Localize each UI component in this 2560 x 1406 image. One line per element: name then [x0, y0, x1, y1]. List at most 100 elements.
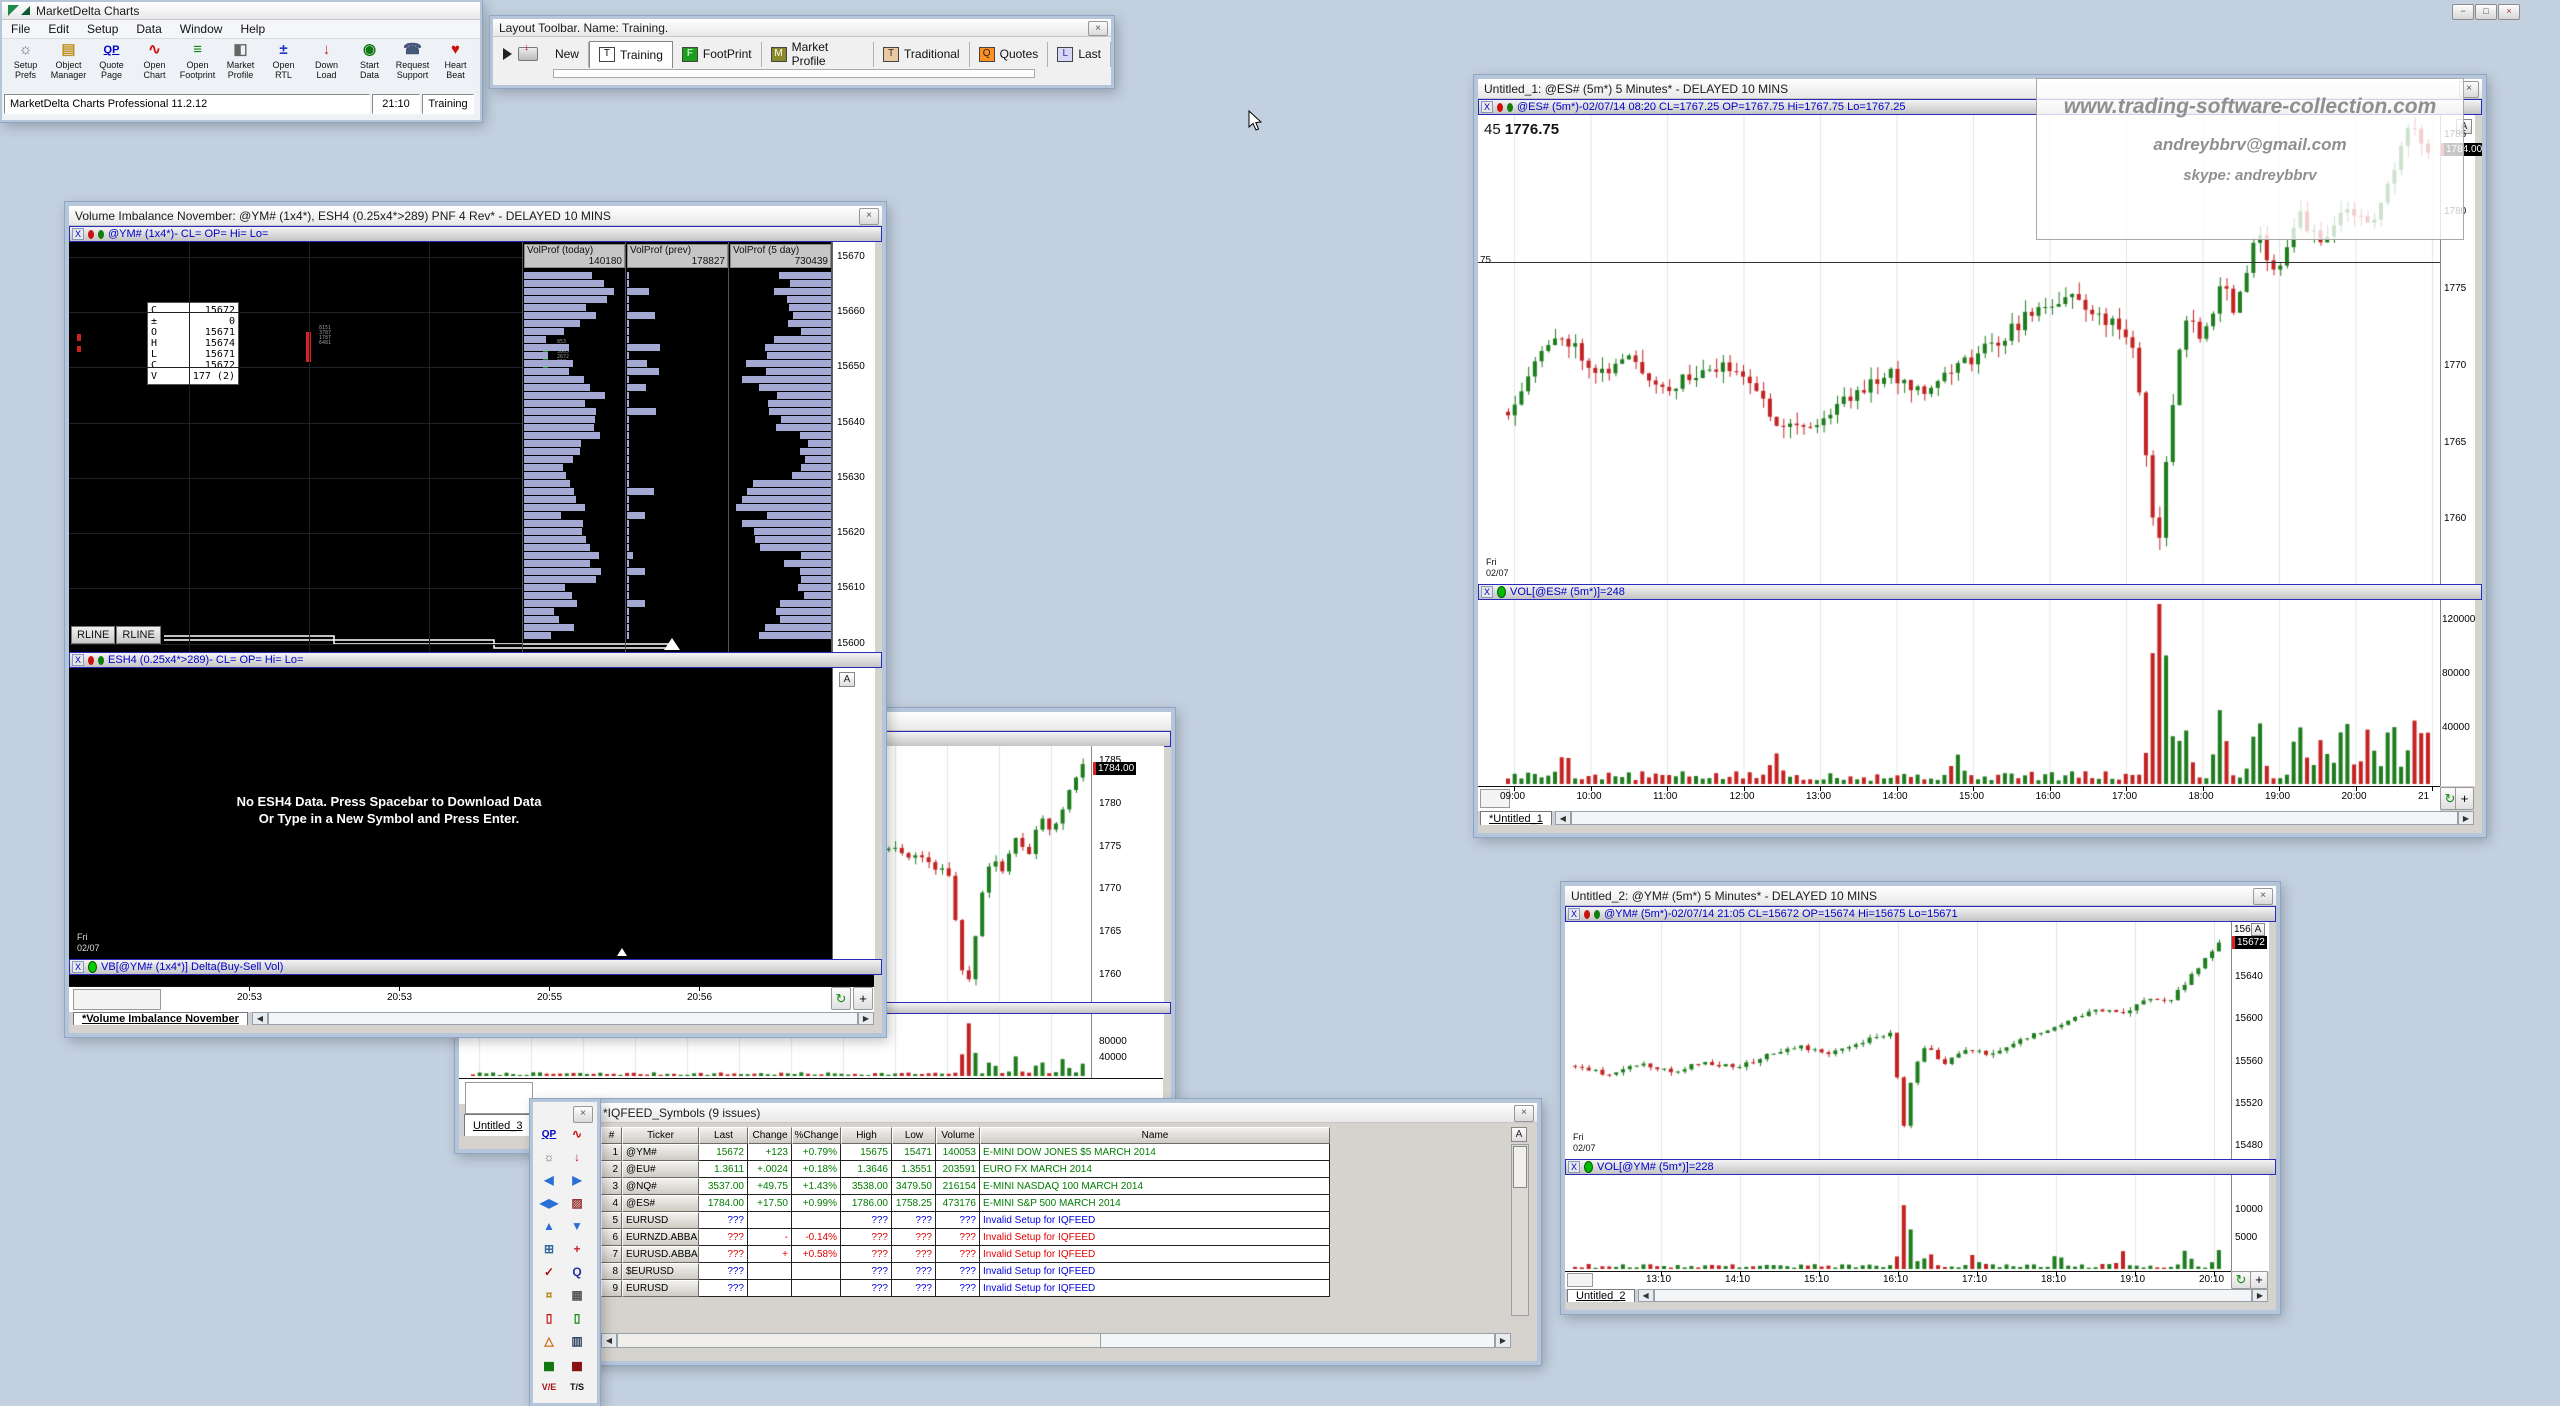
- table-cell[interactable]: 1.3551: [892, 1161, 936, 1178]
- table-cell[interactable]: +: [748, 1246, 792, 1263]
- table-cell[interactable]: 1.3646: [841, 1161, 892, 1178]
- table-cell[interactable]: 2: [601, 1161, 622, 1178]
- table-cell[interactable]: ???: [841, 1280, 892, 1297]
- table-cell[interactable]: -: [748, 1229, 792, 1246]
- move-down-icon[interactable]: ▼: [565, 1216, 589, 1236]
- window-layout-toolbar[interactable]: Layout Toolbar. Name: Training. × ↓ NewT…: [490, 16, 1114, 88]
- table-cell[interactable]: ???: [699, 1263, 748, 1280]
- layout-tab-last[interactable]: LLast: [1048, 42, 1111, 67]
- tab-untitled1[interactable]: *Untitled_1: [1480, 811, 1552, 825]
- table-cell[interactable]: ???: [892, 1212, 936, 1229]
- untitled2-volume-pane[interactable]: [1565, 1175, 2231, 1271]
- h-scrollbar[interactable]: [268, 1012, 858, 1025]
- menu-data[interactable]: Data: [127, 20, 170, 38]
- table-cell[interactable]: 8: [601, 1263, 622, 1280]
- zoom-in-button[interactable]: +: [2455, 787, 2474, 810]
- close-pane-icon[interactable]: X: [1568, 1161, 1580, 1173]
- table-cell[interactable]: ???: [892, 1263, 936, 1280]
- restore-button[interactable]: □: [2475, 4, 2497, 20]
- fit-width-icon[interactable]: ◀▶: [537, 1193, 561, 1213]
- auto-scale-button[interactable]: A: [2251, 923, 2265, 936]
- table-cell[interactable]: 7: [601, 1246, 622, 1263]
- esh4-chart[interactable]: No ESH4 Data. Press Spacebar to Download…: [69, 668, 832, 959]
- zoom-in-button[interactable]: +: [853, 987, 873, 1010]
- table-cell[interactable]: 4: [601, 1195, 622, 1212]
- delete-green-icon[interactable]: ▯: [565, 1308, 589, 1328]
- alert-lamp-icon[interactable]: ¤: [537, 1285, 561, 1305]
- table-cell[interactable]: 203591: [936, 1161, 980, 1178]
- menu-edit[interactable]: Edit: [39, 20, 78, 38]
- column-header[interactable]: High: [841, 1127, 892, 1144]
- h-scroll-thumb[interactable]: [618, 1334, 1101, 1347]
- symbol-search-icon[interactable]: Q: [565, 1262, 589, 1282]
- table-cell[interactable]: ???: [699, 1229, 748, 1246]
- table-cell[interactable]: EURUSD.ABBA: [622, 1246, 699, 1263]
- close-icon[interactable]: ×: [1088, 21, 1108, 36]
- table-cell[interactable]: -0.14%: [792, 1229, 841, 1246]
- layout-tab-traditional[interactable]: TTraditional: [874, 42, 970, 67]
- scroll-right-icon[interactable]: ▶: [2252, 1289, 2268, 1302]
- table-cell[interactable]: +49.75: [748, 1178, 792, 1195]
- table-cell[interactable]: ???: [699, 1212, 748, 1229]
- table-cell[interactable]: 5: [601, 1212, 622, 1229]
- table-cell[interactable]: 3538.00: [841, 1178, 892, 1195]
- layout-tab-training[interactable]: TTraining: [589, 41, 673, 68]
- table-cell[interactable]: ???: [841, 1212, 892, 1229]
- layout-tab-quotes[interactable]: QQuotes: [970, 42, 1049, 67]
- layout-tab-market-profile[interactable]: MMarket Profile: [762, 42, 874, 67]
- volume-ema-icon[interactable]: V/E: [537, 1377, 561, 1397]
- table-cell[interactable]: [792, 1280, 841, 1297]
- table-cell[interactable]: Invalid Setup for IQFEED: [980, 1229, 1330, 1246]
- scroll-right-icon[interactable]: ▶: [2458, 811, 2474, 825]
- move-up-icon[interactable]: ▲: [537, 1216, 561, 1236]
- toolbar-start-data[interactable]: ◉StartData: [348, 40, 391, 92]
- tab-untitled2[interactable]: Untitled_2: [1567, 1289, 1635, 1302]
- window-iqfeed-symbols[interactable]: *IQFEED_Symbols (9 issues) × #TickerLast…: [593, 1099, 1541, 1365]
- layout-toolbar-titlebar[interactable]: Layout Toolbar. Name: Training. ×: [493, 19, 1111, 37]
- table-cell[interactable]: +0.99%: [792, 1195, 841, 1212]
- column-header[interactable]: Low: [892, 1127, 936, 1144]
- page-next-icon[interactable]: ▶: [565, 1170, 589, 1190]
- add-xyz-icon[interactable]: +: [565, 1239, 589, 1259]
- scroll-right-icon[interactable]: ▶: [858, 1012, 874, 1025]
- table-cell[interactable]: E-MINI S&P 500 MARCH 2014: [980, 1195, 1330, 1212]
- table-cell[interactable]: 6: [601, 1229, 622, 1246]
- table-cell[interactable]: Invalid Setup for IQFEED: [980, 1212, 1330, 1229]
- table-cell[interactable]: 3479.50: [892, 1178, 936, 1195]
- table-cell[interactable]: +0.79%: [792, 1144, 841, 1161]
- table-cell[interactable]: Invalid Setup for IQFEED: [980, 1246, 1330, 1263]
- table-cell[interactable]: +0.18%: [792, 1161, 841, 1178]
- table-cell[interactable]: [748, 1212, 792, 1229]
- toolbar-object-manager[interactable]: ▤ObjectManager: [47, 40, 90, 92]
- validate-symbol-icon[interactable]: ✓: [537, 1262, 561, 1282]
- menu-setup[interactable]: Setup: [78, 20, 127, 38]
- close-pane-icon[interactable]: X: [1568, 908, 1580, 920]
- rline-tab[interactable]: RLINE: [116, 626, 160, 644]
- tab-untitled3[interactable]: Untitled_3: [464, 1114, 532, 1136]
- close-icon[interactable]: ×: [859, 208, 879, 225]
- toolbar-market-profile[interactable]: ◧MarketProfile: [219, 40, 262, 92]
- table-cell[interactable]: ???: [841, 1229, 892, 1246]
- minimize-button[interactable]: −: [2452, 4, 2474, 20]
- table-cell[interactable]: ???: [841, 1246, 892, 1263]
- time-sales-icon[interactable]: T/S: [565, 1377, 589, 1397]
- column-header[interactable]: #: [601, 1127, 622, 1144]
- volume-bars-icon[interactable]: ▅: [537, 1354, 561, 1374]
- close-pane-icon[interactable]: X: [72, 228, 84, 240]
- table-cell[interactable]: EURO FX MARCH 2014: [980, 1161, 1330, 1178]
- table-cell[interactable]: Invalid Setup for IQFEED: [980, 1280, 1330, 1297]
- ym-pnf-chart[interactable]: C15672±0O15671H15674L15671C15672V177 (2)…: [69, 242, 832, 652]
- column-header[interactable]: Volume: [936, 1127, 980, 1144]
- window-volume-imbalance[interactable]: Volume Imbalance November: @YM# (1x4*), …: [65, 202, 886, 1037]
- table-cell[interactable]: ???: [936, 1280, 980, 1297]
- table-row[interactable]: 6EURNZD.ABBA???--0.14%?????????Invalid S…: [601, 1229, 1330, 1246]
- auto-scale-button[interactable]: A: [839, 672, 855, 687]
- toolbar-request-support[interactable]: ☎RequestSupport: [391, 40, 434, 92]
- table-cell[interactable]: [748, 1280, 792, 1297]
- column-header[interactable]: %Change: [792, 1127, 841, 1144]
- table-cell[interactable]: Invalid Setup for IQFEED: [980, 1263, 1330, 1280]
- window-icon-toolbar[interactable]: × QP∿☼↓◀▶◀▶▨▲▼⊞+✓Q¤▦▯▯△▥▅▅V/ET/S¼▯: [530, 1099, 600, 1406]
- table-cell[interactable]: EURUSD: [622, 1212, 699, 1229]
- delete-red-icon[interactable]: ▯: [537, 1308, 561, 1328]
- table-row[interactable]: 4@ES#1784.00+17.50+0.99%1786.001758.2547…: [601, 1195, 1330, 1212]
